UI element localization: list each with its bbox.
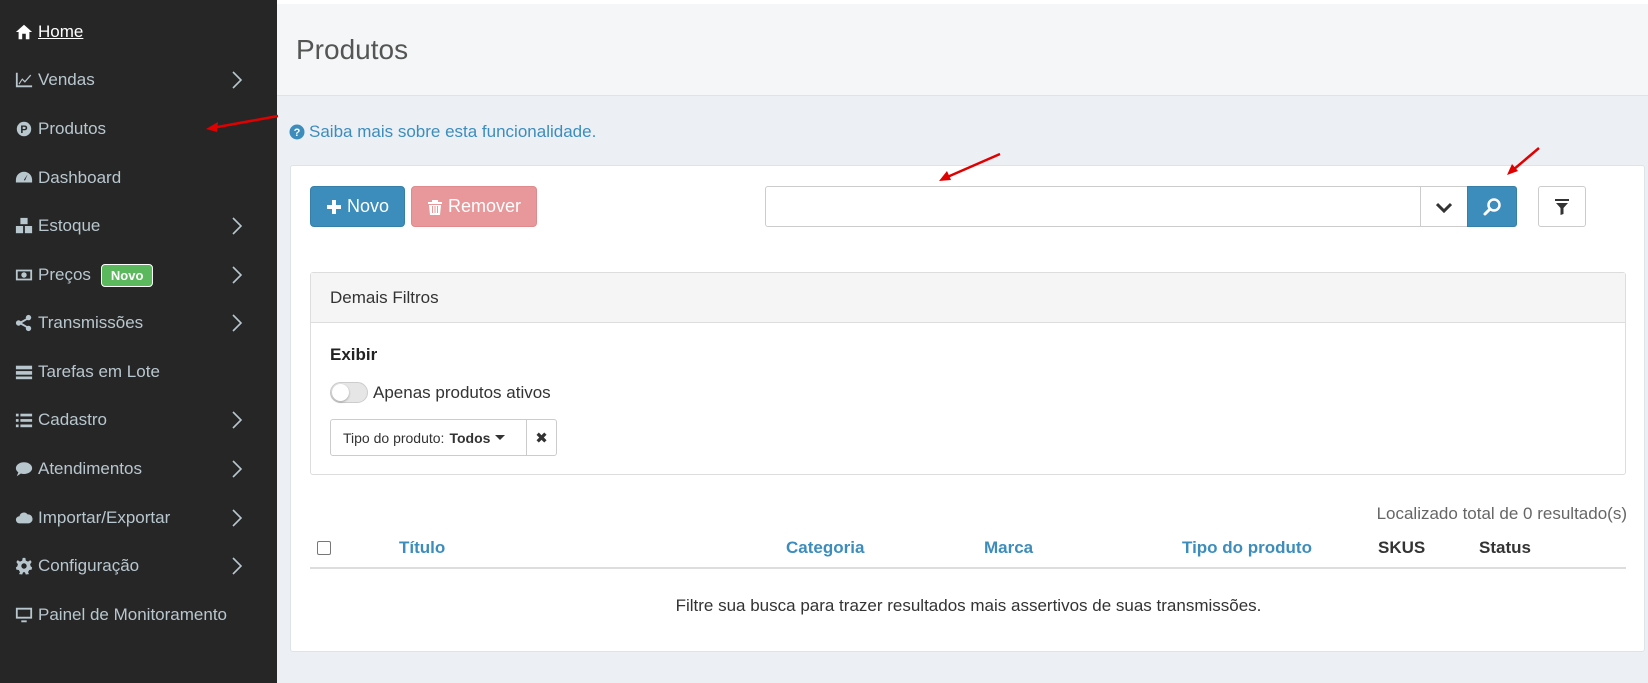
search-icon [1482,197,1502,217]
gear-icon [14,557,34,575]
filter-toggle-button[interactable] [1538,186,1586,227]
chevron-right-icon [230,313,244,333]
money-icon [14,266,34,284]
chevron-right-icon [230,556,244,576]
sidebar-item-label: Preços [38,265,91,284]
column-skus: SKUS [1378,538,1426,557]
new-button-label: Novo [346,196,390,216]
sidebar-item-produtos[interactable]: P Produtos [0,106,277,152]
column-categoria[interactable]: Categoria [786,538,864,558]
remove-button[interactable]: Remover [411,186,537,227]
product-type-select[interactable]: Tipo do produto: Todos [330,419,527,456]
sidebar-item-vendas[interactable]: Vendas [0,57,277,103]
help-link-text: Saiba mais sobre esta funcionalidade. [309,122,597,141]
dashboard-icon [14,169,34,187]
table-header-divider [310,567,1626,569]
chevron-right-icon [230,459,244,479]
svg-text:P: P [20,124,27,136]
tasks-icon [14,363,34,381]
close-icon: ✖ [535,429,548,447]
sidebar-item-transmissoes[interactable]: Transmissões [0,300,277,346]
new-badge: Novo [100,263,154,287]
cubes-icon [14,217,34,235]
share-icon [14,314,34,332]
sidebar: Home Vendas P Produtos Dashboard Estoque… [0,0,277,683]
product-type-label: Tipo do produto: [343,429,445,446]
active-products-label: Apenas produtos ativos [373,383,551,402]
sidebar-item-label: Configuração [38,556,140,575]
plus-icon [326,199,347,215]
chevron-right-icon [230,216,244,236]
remove-button-label: Remover [447,196,522,216]
sidebar-item-home[interactable]: Home [0,9,277,55]
monitor-icon [14,606,34,624]
display-section-label: Exibir [330,345,378,364]
column-titulo[interactable]: Título [399,538,445,558]
products-panel: Novo Remover Demais Filtros Exibir Apena… [290,165,1645,652]
page-title: Produtos [296,34,409,65]
content-header: Produtos [277,0,1648,96]
new-button[interactable]: Novo [310,186,405,227]
list-icon [14,411,34,429]
sidebar-item-label: Painel de Monitoramento [38,605,228,624]
active-products-toggle[interactable] [330,382,368,403]
home-icon [14,23,34,41]
sidebar-item-label: Atendimentos [38,459,142,478]
column-status: Status [1479,538,1531,557]
empty-results-message: Filtre sua busca para trazer resultados … [675,596,1262,615]
sidebar-item-configuracao[interactable]: Configuração [0,543,277,589]
sidebar-item-label: Vendas [38,70,95,89]
filter-icon [1554,198,1570,216]
question-circle-icon: ? [289,124,309,140]
chevron-right-icon [230,265,244,285]
search-button[interactable] [1467,186,1517,227]
sidebar-item-importar-exportar[interactable]: Importar/Exportar [0,495,277,541]
sidebar-item-cadastro[interactable]: Cadastro [0,397,277,443]
results-total: Localizado total de 0 resultado(s) [1376,504,1627,523]
column-tipo-do-produto[interactable]: Tipo do produto [1182,538,1312,558]
sidebar-item-label: Dashboard [38,168,122,187]
sidebar-item-label: Tarefas em Lote [38,362,160,381]
sidebar-item-label: Produtos [38,119,107,138]
cloud-icon [14,509,34,527]
sidebar-item-painel-de-monitoramento[interactable]: Painel de Monitoramento [0,592,277,638]
help-link[interactable]: ? Saiba mais sobre esta funcionalidade. [289,122,596,142]
more-filters-box: Demais Filtros Exibir Apenas produtos at… [310,272,1626,475]
sidebar-item-label: Transmissões [38,313,144,332]
sidebar-item-label: Home [38,22,84,41]
more-filters-title: Demais Filtros [311,273,1625,323]
search-options-dropdown[interactable] [1420,186,1468,227]
sidebar-item-dashboard[interactable]: Dashboard [0,155,277,201]
sidebar-item-label: Cadastro [38,410,107,429]
svg-text:?: ? [294,127,301,139]
product-type-value: Todos [449,429,491,446]
select-all-checkbox[interactable] [317,541,331,555]
sidebar-item-estoque[interactable]: Estoque [0,203,277,249]
chevron-down-icon [1436,201,1452,213]
chevron-right-icon [230,508,244,528]
sidebar-item-precos[interactable]: Preços Novo [0,252,277,298]
chevron-right-icon [230,410,244,430]
chart-line-icon [14,71,34,89]
search-input[interactable] [765,186,1421,227]
sidebar-item-atendimentos[interactable]: Atendimentos [0,446,277,492]
product-p-icon: P [14,120,34,138]
sidebar-item-label: Estoque [38,216,101,235]
sidebar-item-tarefas-em-lote[interactable]: Tarefas em Lote [0,349,277,395]
sidebar-item-label: Importar/Exportar [38,508,171,527]
trash-icon [427,199,448,215]
caret-down-icon [495,435,506,440]
column-marca[interactable]: Marca [984,538,1033,558]
chevron-right-icon [230,70,244,90]
clear-product-type-button[interactable]: ✖ [526,419,557,456]
comment-icon [14,460,34,478]
